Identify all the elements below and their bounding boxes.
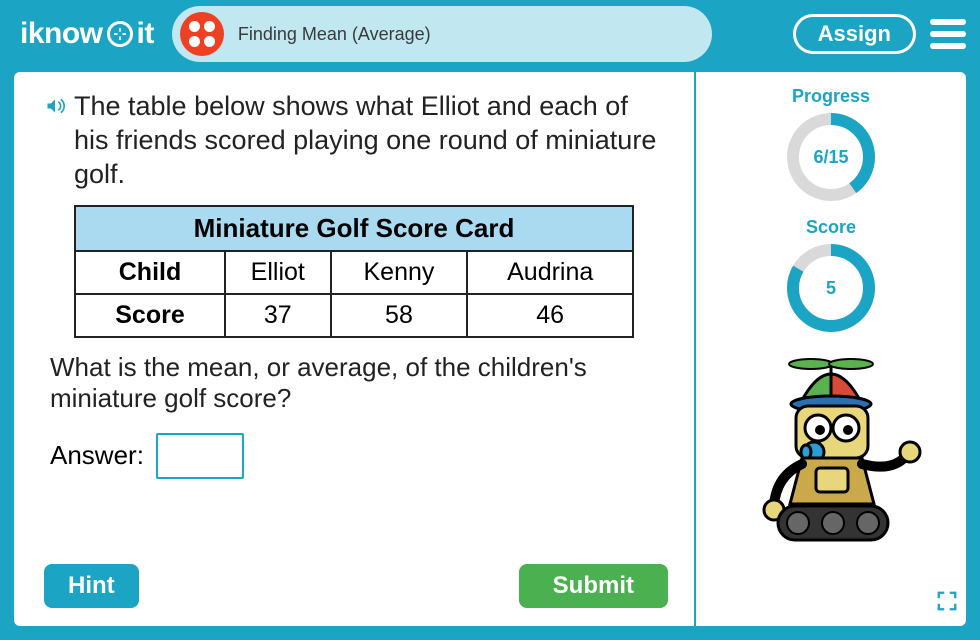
table-title: Miniature Golf Score Card (74, 205, 634, 250)
speaker-icon[interactable] (44, 96, 66, 191)
logo-text-a: iknow (20, 17, 103, 51)
progress-value: 6/15 (785, 111, 877, 203)
question-area: The table below shows what Elliot and ea… (14, 72, 696, 626)
logo-text-b: it (137, 17, 154, 51)
submit-button[interactable]: Submit (519, 564, 668, 608)
hint-button[interactable]: Hint (44, 564, 139, 608)
answer-input[interactable] (156, 433, 244, 479)
fullscreen-icon[interactable] (936, 590, 958, 618)
level-icon (180, 12, 224, 56)
logo[interactable]: iknowit (20, 17, 154, 51)
assign-button[interactable]: Assign (793, 14, 916, 54)
answer-label: Answer: (50, 440, 144, 471)
row-label-child: Child (75, 251, 225, 294)
header: iknowit Finding Mean (Average) Assign (0, 0, 980, 68)
progress-ring: 6/15 (785, 111, 877, 203)
table-row: Child Elliot Kenny Audrina (75, 251, 633, 294)
side-panel: Progress 6/15 Score 5 (696, 72, 966, 626)
lesson-title: Finding Mean (Average) (238, 24, 431, 45)
lightbulb-icon (107, 21, 133, 47)
score-table: Miniature Golf Score Card Child Elliot K… (74, 205, 634, 338)
table-row: Score 37 58 46 (75, 294, 633, 337)
table-cell: Elliot (225, 251, 331, 294)
main: The table below shows what Elliot and ea… (14, 72, 966, 626)
question-prompt: The table below shows what Elliot and ea… (74, 90, 668, 191)
score-value: 5 (785, 242, 877, 334)
table-cell: Kenny (331, 251, 468, 294)
table-cell: 37 (225, 294, 331, 337)
table-cell: 58 (331, 294, 468, 337)
table-cell: 46 (467, 294, 633, 337)
score-ring: 5 (785, 242, 877, 334)
lesson-pill: Finding Mean (Average) (172, 6, 712, 62)
progress-label: Progress (792, 86, 870, 107)
answer-row: Answer: (50, 433, 668, 479)
row-label-score: Score (75, 294, 225, 337)
button-row: Hint Submit (44, 548, 668, 608)
app-root: iknowit Finding Mean (Average) Assign Th… (0, 0, 980, 640)
robot-mascot (716, 356, 946, 556)
table-cell: Audrina (467, 251, 633, 294)
question-followup: What is the mean, or average, of the chi… (50, 352, 668, 414)
score-label: Score (806, 217, 856, 238)
menu-icon[interactable] (930, 19, 966, 49)
